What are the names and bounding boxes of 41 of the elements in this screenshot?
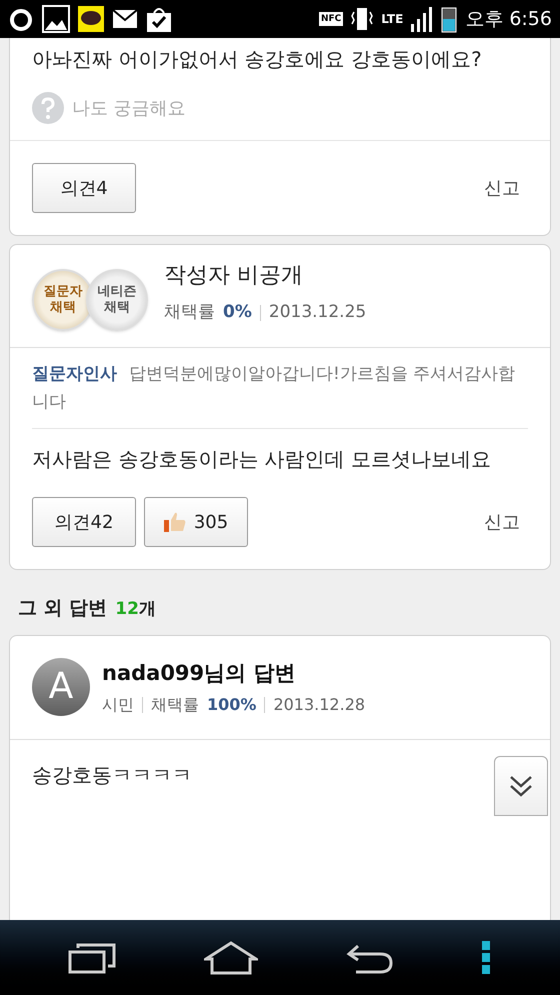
report-link[interactable]: 신고 [484, 174, 528, 202]
home-icon[interactable] [204, 940, 258, 974]
answer-date: 2013.12.25 [268, 300, 366, 324]
answer-date: 2013.12.28 [273, 694, 366, 716]
nfc-indicator: NFC [318, 12, 344, 26]
report-link[interactable]: 신고 [484, 508, 528, 536]
answer-count: 12개 [115, 598, 156, 621]
section-heading: 그 외 답변 [18, 596, 108, 621]
bag-icon [146, 5, 172, 33]
vibrate-icon [351, 6, 374, 32]
ring-icon [8, 6, 34, 32]
greeting-text: 질문자인사 답변덕분에많이알아갑니다!가르침을 주셔서감사합니다 [32, 348, 528, 429]
mail-icon [112, 9, 138, 29]
rate-label: 채택률 [151, 694, 199, 716]
signal-icon [411, 6, 434, 32]
rate-label: 채택률 [164, 300, 215, 324]
double-chevron-icon [508, 773, 534, 799]
picture-icon [42, 5, 70, 33]
clock: 오후 6:56 [465, 6, 552, 32]
answer-title: nada099님의 답변 [102, 660, 296, 686]
rate-value: 100% [207, 694, 256, 716]
battery-icon [441, 5, 458, 33]
like-count: 305 [194, 510, 228, 534]
like-button[interactable]: 305 [144, 497, 248, 547]
answer-text: 저사람은 송강호동이라는 사람인데 모르셧나보네요 [32, 446, 492, 473]
thumbs-up-icon [164, 512, 186, 532]
avatar: A [32, 658, 90, 716]
scroll-down-button[interactable] [494, 756, 548, 816]
question-icon [32, 92, 64, 124]
comments-button[interactable]: 의견4 [32, 163, 136, 213]
rate-value: 0% [223, 300, 252, 324]
recent-apps-icon[interactable] [68, 942, 116, 974]
chat-icon [78, 6, 104, 32]
network-label: LTE [381, 11, 404, 28]
menu-icon[interactable] [482, 940, 492, 974]
comments-button[interactable]: 의견42 [32, 497, 136, 547]
answer-text: 송강호동ㅋㅋㅋㅋ [32, 762, 192, 789]
question-text: 아놔진짜 어이가없어서 송강호에요 강호동이에요? [31, 46, 483, 73]
medal-badge: 네티즌 채택 [86, 269, 148, 331]
user-grade: 시민 [102, 694, 134, 716]
author-name: 작성자 비공개 [164, 262, 304, 290]
